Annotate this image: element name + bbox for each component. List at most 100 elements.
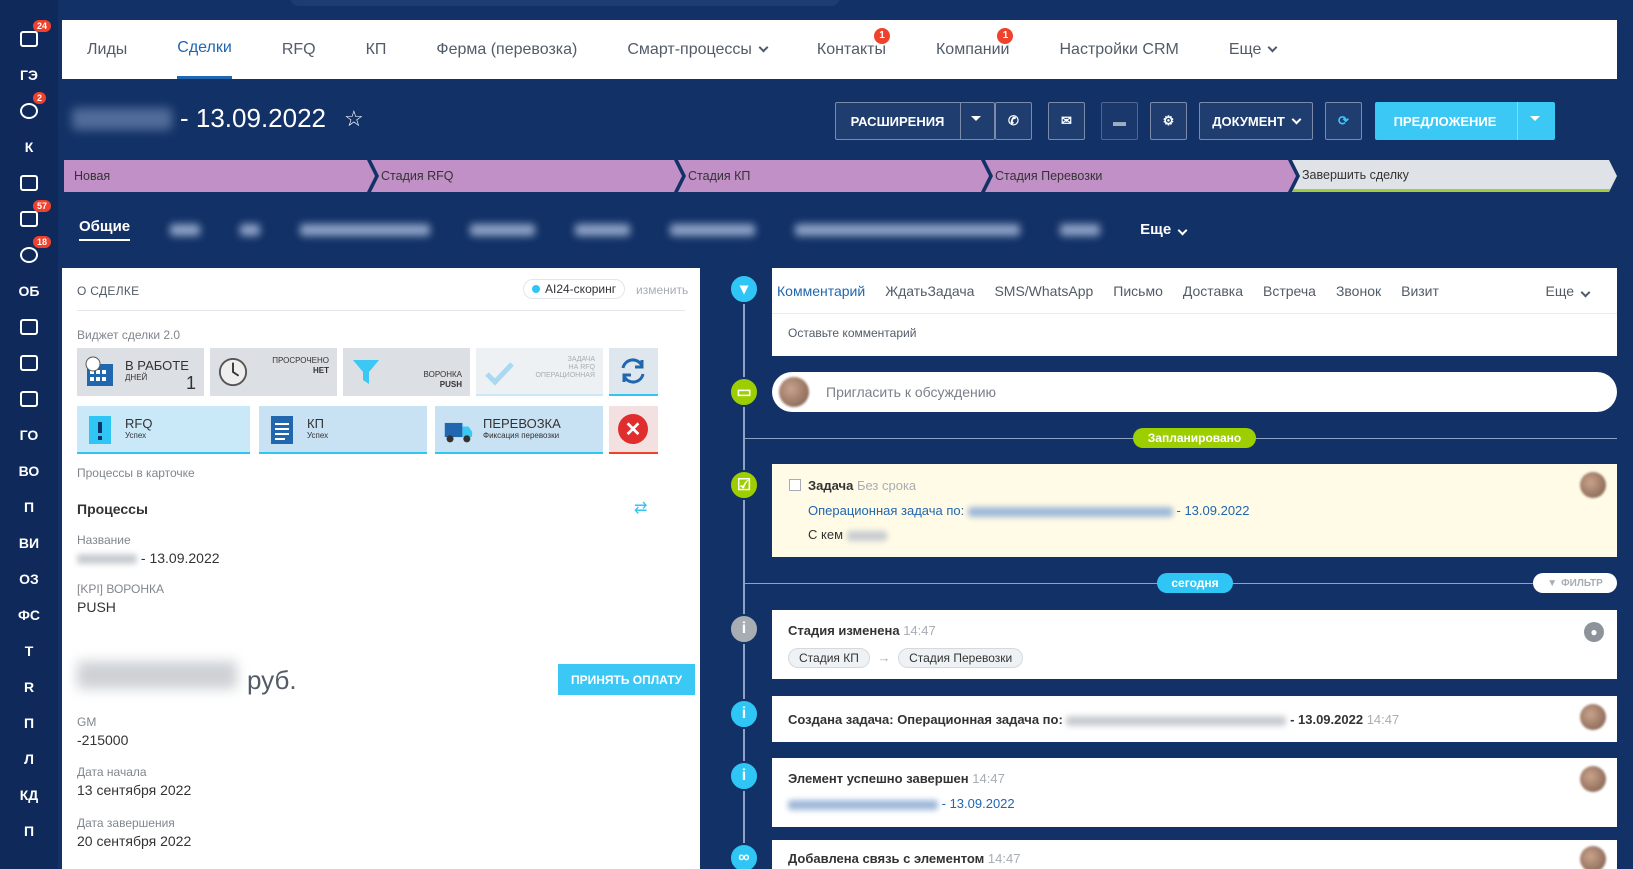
scan-button[interactable]: ⟳ <box>1325 102 1362 140</box>
avatar[interactable] <box>1580 846 1606 869</box>
rail-item[interactable]: ВИ <box>0 528 58 558</box>
tile-transport[interactable]: ПЕРЕВОЗКА Фиксация перевозки <box>435 406 603 454</box>
rail-item[interactable]: 18 <box>0 236 58 270</box>
crm-menu-item[interactable]: Лиды <box>87 20 127 79</box>
filter-button[interactable]: ▼ ФИЛЬТР <box>1533 573 1617 593</box>
extensions-button[interactable]: РАСШИРЕНИЯ <box>835 102 995 140</box>
crm-menu-item[interactable]: Сделки <box>177 20 232 79</box>
tab-blurred[interactable] <box>1060 223 1101 236</box>
tab-blurred[interactable] <box>170 223 201 236</box>
crm-menu-item[interactable]: Еще <box>1229 20 1278 79</box>
stage-transport[interactable]: Стадия Перевозки <box>985 160 1296 192</box>
rail-item[interactable] <box>0 312 58 342</box>
refresh-tile[interactable] <box>609 348 658 396</box>
rail-item[interactable]: 24 <box>0 20 58 54</box>
change-link[interactable]: изменить <box>636 283 688 297</box>
mail-button[interactable]: ✉ <box>1048 102 1085 140</box>
rail-item[interactable]: П <box>0 492 58 522</box>
avatar[interactable] <box>1580 472 1606 498</box>
crm-menu-item[interactable]: Компании 1 <box>936 20 1014 79</box>
rail-item[interactable]: КД <box>0 780 58 810</box>
editor-tab[interactable]: Доставка <box>1183 283 1243 299</box>
chevron-down-icon[interactable] <box>1530 116 1540 121</box>
field-value-name: - 13.09.2022 <box>77 550 220 566</box>
editor-tab[interactable]: Визит <box>1401 283 1439 299</box>
tile-funnel[interactable]: ВОРОНКА PUSH <box>343 348 470 396</box>
rail-item[interactable]: П <box>0 708 58 738</box>
document-button[interactable]: ДОКУМЕНТ <box>1199 102 1313 140</box>
tile-task[interactable]: ЗАДАЧА НА RFQ ОПЕРАЦИОННАЯ <box>476 348 603 396</box>
blurred-text <box>1066 715 1287 726</box>
rail-item[interactable] <box>0 168 58 198</box>
task-link[interactable]: Операционная задача по: - 13.09.2022 <box>808 503 1250 518</box>
stage-label: Стадия Перевозки <box>995 169 1103 183</box>
invite-field[interactable]: Пригласить к обсуждению <box>772 372 1617 412</box>
rail-item[interactable]: К <box>0 132 58 162</box>
rail-item[interactable]: ВО <box>0 456 58 486</box>
comment-input[interactable]: Оставьте комментарий <box>788 326 916 340</box>
rail-item[interactable]: ГО <box>0 420 58 450</box>
task-checkbox[interactable] <box>789 479 801 491</box>
avatar[interactable] <box>1580 766 1606 792</box>
element-link[interactable]: - 13.09.2022 <box>788 796 1015 811</box>
top-search-bar[interactable] <box>290 0 840 6</box>
crm-menu-item[interactable]: RFQ <box>282 20 316 79</box>
avatar[interactable] <box>1580 704 1606 730</box>
tab-blurred[interactable] <box>470 223 536 236</box>
tab-blurred[interactable] <box>240 223 261 236</box>
crm-menu-item[interactable]: Контакты 1 <box>817 20 890 79</box>
rail-item[interactable]: ОЗ <box>0 564 58 594</box>
tile-overdue[interactable]: ПРОСРОЧЕНО НЕТ <box>210 348 337 396</box>
accept-payment-button[interactable]: ПРИНЯТЬ ОПЛАТУ <box>558 664 695 695</box>
tile-kp[interactable]: КП Успех <box>259 406 427 454</box>
tab-general[interactable]: Общие <box>79 218 131 241</box>
stage-finish[interactable]: Завершить сделку <box>1292 160 1617 192</box>
rail-item[interactable]: П <box>0 816 58 846</box>
tab-blurred[interactable] <box>575 223 631 236</box>
rail-item[interactable]: Т <box>0 636 58 666</box>
rail-item[interactable]: ГЭ <box>0 60 58 90</box>
stage-rfq[interactable]: Стадия RFQ <box>371 160 682 192</box>
rail-item[interactable]: ОБ <box>0 276 58 306</box>
stage-kp[interactable]: Стадия КП <box>678 160 989 192</box>
crm-menu-item[interactable]: КП <box>366 20 387 79</box>
rail-item[interactable] <box>0 384 58 414</box>
tab-more[interactable]: Еще <box>1140 221 1188 238</box>
user-icon[interactable]: ● <box>1584 622 1604 642</box>
phone-button[interactable]: ✆ <box>995 102 1032 140</box>
editor-tab[interactable]: Задача <box>927 283 974 299</box>
rail-item-label: К <box>24 139 34 155</box>
crm-menu-item[interactable]: Настройки CRM <box>1059 20 1178 79</box>
crm-menu-item[interactable]: Смарт-процессы <box>627 20 769 79</box>
tile-rfq[interactable]: RFQ Успех <box>77 406 250 454</box>
editor-tab[interactable]: Комментарий <box>777 283 865 299</box>
editor-tab[interactable]: Звонок <box>1336 283 1381 299</box>
editor-tab[interactable]: SMS/WhatsApp <box>994 283 1093 299</box>
editor-more[interactable]: Еще <box>1546 283 1591 299</box>
element-suffix: - 13.09.2022 <box>941 796 1015 811</box>
rail-item[interactable]: R <box>0 672 58 702</box>
tab-blurred[interactable] <box>670 223 756 236</box>
editor-tab[interactable]: Ждать <box>885 283 927 299</box>
rail-item[interactable] <box>0 348 58 378</box>
scoring-badge[interactable]: AI24-скоринг <box>523 279 626 299</box>
rail-item[interactable]: Л <box>0 744 58 774</box>
tab-blurred[interactable] <box>300 223 431 236</box>
close-tile[interactable]: ✕ <box>609 406 658 454</box>
editor-tab[interactable]: Письмо <box>1113 283 1163 299</box>
chevron-down-icon[interactable] <box>971 116 981 121</box>
settings-button[interactable]: ⚙ <box>1150 102 1187 140</box>
rail-item[interactable]: ФС <box>0 600 58 630</box>
tile-in-work[interactable]: В РАБОТЕ ДНЕЙ 1 <box>77 348 204 396</box>
tab-blurred[interactable] <box>795 223 1021 236</box>
rail-item[interactable]: 2 <box>0 92 58 126</box>
rail-item[interactable]: 57 <box>0 200 58 234</box>
chat-button[interactable]: ▬ <box>1101 102 1138 140</box>
stage-new[interactable]: Новая <box>64 160 375 192</box>
star-icon[interactable]: ☆ <box>344 106 364 132</box>
crm-menu-item[interactable]: Ферма (перевозка) <box>436 20 577 79</box>
sync-icon[interactable]: ⇄ <box>634 498 647 518</box>
editor-tab[interactable]: Встреча <box>1263 283 1316 299</box>
offer-button[interactable]: ПРЕДЛОЖЕНИЕ <box>1375 102 1555 140</box>
planned-task-card[interactable]: Задача Без срока Операционная задача по:… <box>772 464 1617 557</box>
